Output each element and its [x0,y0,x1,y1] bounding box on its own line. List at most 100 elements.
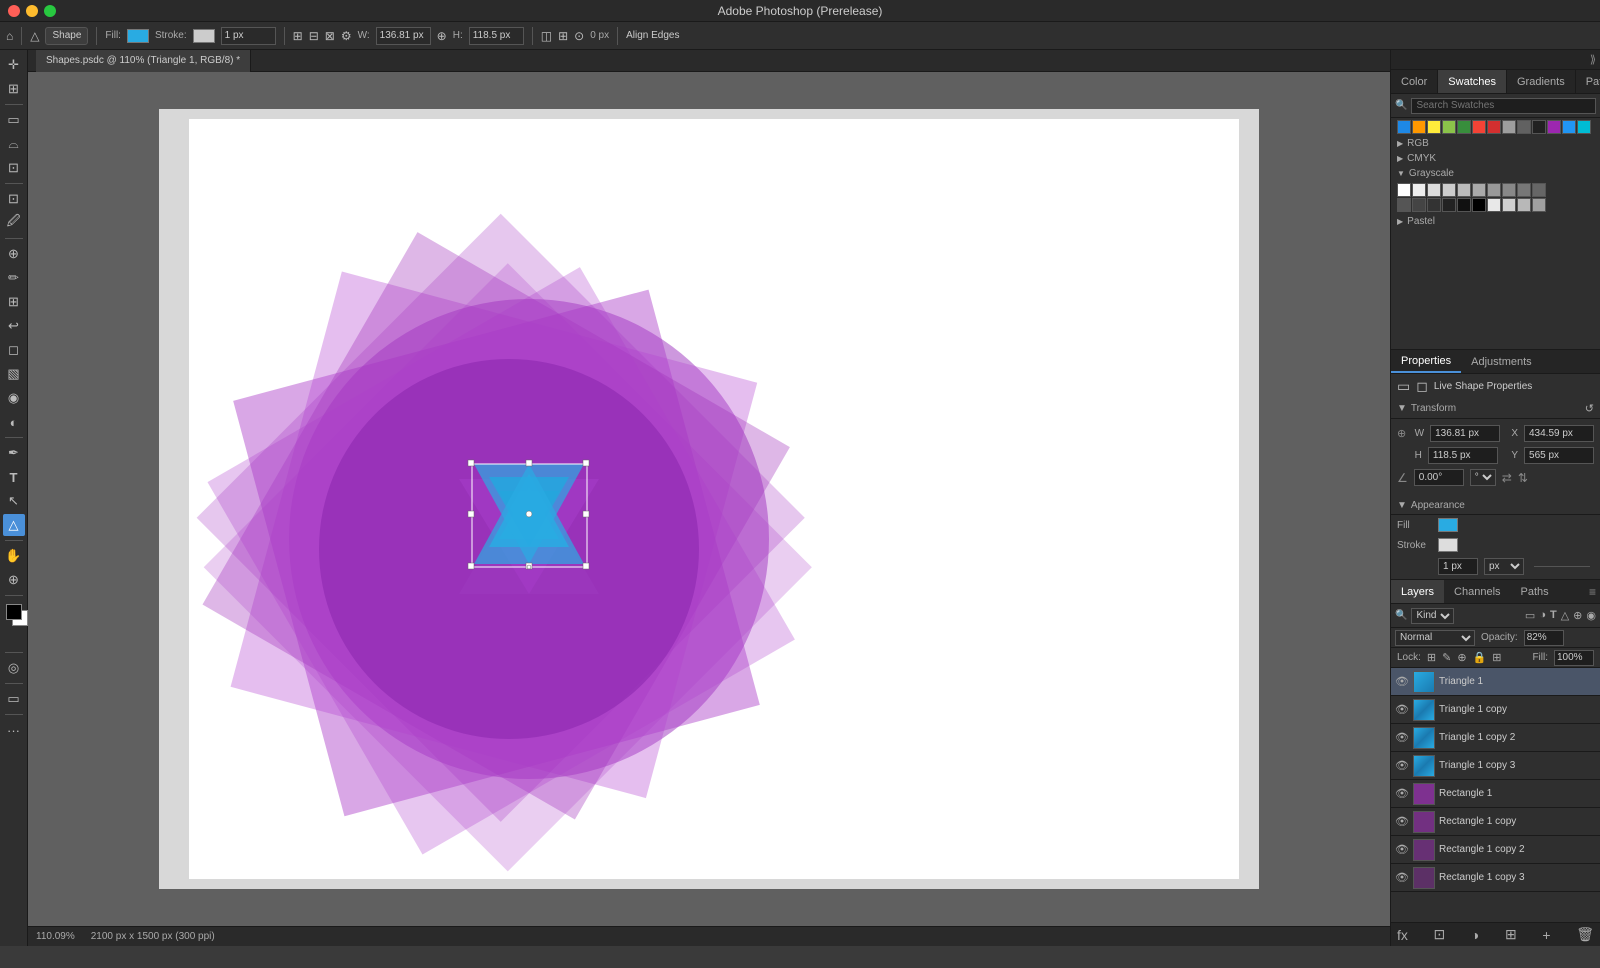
angle-unit-select[interactable]: ° [1470,469,1496,486]
path-ops-icon[interactable]: ⊞ [293,29,303,43]
crop-tool[interactable]: ⊡ [3,188,25,210]
gs-swatch-7[interactable] [1487,183,1501,197]
layers-panel-menu-btn[interactable]: ≡ [1585,580,1600,603]
angle-field[interactable] [1414,469,1464,486]
layer-item-4[interactable]: 👁 Rectangle 1 [1391,780,1600,808]
filter-shape-btn[interactable]: △ [1561,609,1569,622]
link-icon[interactable]: ⊕ [437,29,447,43]
clone-tool[interactable]: ⊞ [3,291,25,313]
tab-paths[interactable]: Paths [1511,580,1559,603]
new-layer-btn[interactable]: + [1542,927,1550,943]
gs-swatch-14[interactable] [1442,198,1456,212]
gs-swatch-3[interactable] [1427,183,1441,197]
layer-item-5[interactable]: 👁 Rectangle 1 copy [1391,808,1600,836]
transform-w-field[interactable] [1430,425,1500,442]
gs-swatch-16[interactable] [1472,198,1486,212]
stroke-width-field[interactable] [1438,558,1478,575]
swatch-red[interactable] [1472,120,1486,134]
history-brush-tool[interactable]: ↩ [3,315,25,337]
height-field[interactable] [469,27,524,45]
eyedropper-tool[interactable]: 🖉 [3,212,25,234]
layer-item-3[interactable]: 👁 Triangle 1 copy 3 [1391,752,1600,780]
add-adjustment-btn[interactable]: ◑ [1471,927,1479,943]
transform-x-field[interactable] [1524,425,1594,442]
document-tab[interactable]: Shapes.psdc @ 110% (Triangle 1, RGB/8) * [36,50,251,72]
gs-swatch-4[interactable] [1442,183,1456,197]
grayscale-label-row[interactable]: ▼ Grayscale [1391,166,1600,181]
layer-item-0[interactable]: 👁 Triangle 1 [1391,668,1600,696]
shape-dropdown[interactable]: Shape [45,27,88,45]
extra-tools-btn[interactable]: ··· [3,719,25,741]
layer-eye-2[interactable]: 👁 [1395,731,1409,744]
add-fx-btn[interactable]: fx [1397,927,1408,943]
layer-eye-1[interactable]: 👁 [1395,703,1409,716]
settings-icon[interactable]: ⚙ [341,29,352,43]
gs-swatch-20[interactable] [1532,198,1546,212]
gs-swatch-8[interactable] [1502,183,1516,197]
gs-swatch-12[interactable] [1412,198,1426,212]
stroke-size-field[interactable] [221,27,276,45]
lock-artboard-icon[interactable]: ⊕ [1457,651,1466,664]
window-controls[interactable] [8,5,56,17]
swatch-purple[interactable] [1547,120,1561,134]
path-op3[interactable]: ⊠ [325,29,335,43]
pastel-label-row[interactable]: ▶ Pastel [1391,214,1600,229]
stroke-unit-select[interactable]: px [1484,558,1524,575]
path-op2[interactable]: ⊟ [309,29,319,43]
collapse-panel-btn[interactable]: ⟫ [1590,53,1596,66]
gs-swatch-5[interactable] [1457,183,1471,197]
fill-color-swatch[interactable] [1438,518,1458,532]
delete-layer-btn[interactable]: 🗑 [1576,926,1594,943]
dodge-tool[interactable]: ◐ [3,411,25,433]
zoom-tool[interactable]: ⊕ [3,569,25,591]
transform-section-title[interactable]: ▼ Transform ↺ [1391,399,1600,419]
object-selection-tool[interactable]: ⊡ [3,157,25,179]
tab-gradients[interactable]: Gradients [1507,70,1576,93]
blur-tool[interactable]: ◉ [3,387,25,409]
pen-tool[interactable]: ✒ [3,442,25,464]
align-icon[interactable]: ⊞ [558,29,568,43]
tab-channels[interactable]: Channels [1444,580,1510,603]
width-field[interactable] [376,27,431,45]
new-group-btn[interactable]: ⊞ [1505,926,1517,943]
stroke-color-swatch[interactable] [1438,538,1458,552]
gs-swatch-19[interactable] [1517,198,1531,212]
layer-eye-6[interactable]: 👁 [1395,843,1409,856]
swatch-blue2[interactable] [1562,120,1576,134]
cmyk-label-row[interactable]: ▶ CMYK [1391,151,1600,166]
filter-adjust-btn[interactable]: ◑ [1539,609,1546,622]
lock-pixels-icon[interactable]: ⊞ [1427,651,1436,664]
gs-swatch-13[interactable] [1427,198,1441,212]
gradient-tool[interactable]: ▧ [3,363,25,385]
shape-tool[interactable]: △ [3,514,25,536]
filter-type-btn[interactable]: T [1550,609,1557,622]
artboard-tool[interactable]: ⊞ [3,78,25,100]
foreground-color[interactable] [6,604,22,620]
swatch-nearblack[interactable] [1532,120,1546,134]
gs-swatch-2[interactable] [1412,183,1426,197]
lock-all-icon[interactable]: 🔒 [1473,651,1487,664]
gs-swatch-17[interactable] [1487,198,1501,212]
opacity-field[interactable] [1524,630,1564,646]
brush-tool[interactable]: ✏ [3,267,25,289]
move-tool[interactable]: ✛ [3,54,25,76]
swatch-gray[interactable] [1502,120,1516,134]
gs-swatch-9[interactable] [1517,183,1531,197]
add-mask-btn[interactable]: ⊡ [1434,926,1446,943]
gs-swatch-15[interactable] [1457,198,1471,212]
canvas-wrapper[interactable] [28,72,1390,926]
transform-icon[interactable]: ◫ [541,29,552,43]
swatch-green[interactable] [1457,120,1471,134]
swatch-lightgreen[interactable] [1442,120,1456,134]
layer-eye-5[interactable]: 👁 [1395,815,1409,828]
swatch-darkred[interactable] [1487,120,1501,134]
swatches-search-input[interactable] [1411,98,1596,114]
rgb-label-row[interactable]: ▶ RGB [1391,136,1600,151]
tab-color[interactable]: Color [1391,70,1438,93]
flip-v-icon[interactable]: ⇅ [1518,471,1528,485]
swatch-cyan[interactable] [1577,120,1591,134]
layer-eye-7[interactable]: 👁 [1395,871,1409,884]
link-proportions-icon[interactable]: ⊕ [1397,427,1406,440]
tab-adjustments[interactable]: Adjustments [1461,350,1542,373]
flip-h-icon[interactable]: ⇄ [1502,471,1512,485]
